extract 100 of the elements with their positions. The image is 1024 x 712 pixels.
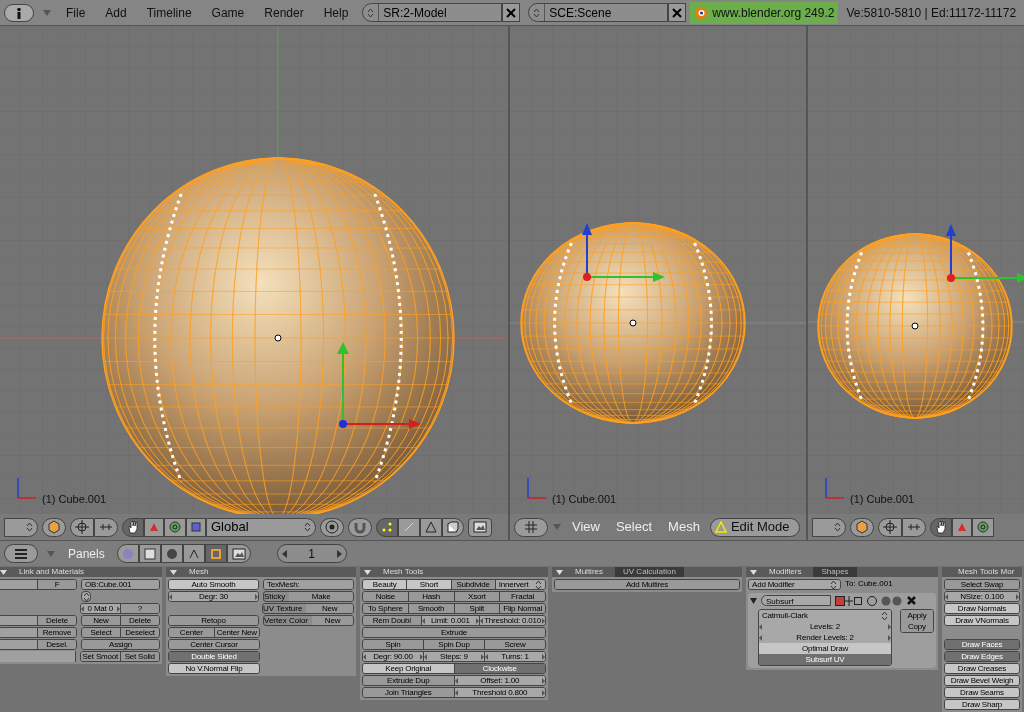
updown-arrows-icon[interactable]	[830, 580, 837, 589]
updown-arrows-icon[interactable]	[535, 580, 542, 589]
toggle-button[interactable]: Draw Creases	[945, 664, 1019, 673]
updown-arrows-icon[interactable]	[26, 522, 33, 532]
toggle-button[interactable]: Auto Smooth	[169, 580, 258, 589]
text-field[interactable]	[0, 651, 76, 662]
text-field[interactable]	[0, 640, 38, 649]
collapse-triangle-icon[interactable]	[750, 569, 757, 575]
menu-item[interactable]: Help	[317, 3, 355, 22]
hand-icon[interactable]	[930, 517, 952, 537]
number-field[interactable]: Render Levels: 2	[759, 632, 891, 643]
scene-selector[interactable]: SCE:Scene	[528, 3, 669, 22]
number-field[interactable]: Levels: 2	[759, 621, 891, 632]
number-field[interactable]: NSize: 0.100	[945, 592, 1019, 601]
toggle-button[interactable]: Beauty	[363, 580, 408, 589]
panel-button[interactable]: Center Cursor	[169, 640, 259, 649]
decrement-arrow-icon[interactable]	[81, 605, 84, 612]
panel-button[interactable]: Set Smoot	[81, 652, 121, 661]
panel-tab[interactable]: Modifiers	[761, 567, 810, 577]
toggle-button[interactable]: Draw Normals	[945, 604, 1019, 613]
panel-button[interactable]: Flip Normal	[500, 604, 545, 613]
translate-icon[interactable]	[144, 517, 164, 537]
updown-arrows-icon[interactable]	[367, 7, 375, 18]
updown-arrows-icon[interactable]	[304, 522, 311, 532]
updown-arrows-icon[interactable]	[533, 7, 541, 18]
toggle-button[interactable]: Draw Sharp	[945, 700, 1019, 709]
panel-button[interactable]: Deselect	[121, 628, 159, 637]
info-menu-icon[interactable]	[4, 3, 34, 22]
toggle-button[interactable]: Draw Bevel Weigh	[945, 676, 1019, 685]
transform-widget-icon[interactable]	[582, 223, 665, 282]
face-select-icon[interactable]	[420, 517, 442, 537]
mode-selector-icon[interactable]	[812, 517, 846, 537]
text-field[interactable]: TexMesh:	[264, 580, 353, 589]
panel-button[interactable]: Screw	[485, 640, 545, 649]
panel-button[interactable]: Extrude	[363, 628, 545, 637]
object-icon[interactable]	[182, 544, 205, 563]
shading-icon[interactable]	[160, 544, 183, 563]
panel-button[interactable]: Retopo	[169, 616, 258, 625]
number-field[interactable]: 0 Mat 0	[81, 604, 121, 613]
toggle-button[interactable]: Draw Edges	[945, 652, 1019, 661]
script-icon[interactable]	[138, 544, 161, 563]
panel-tab[interactable]: Multires	[567, 567, 611, 577]
manipulator-toggle-icon[interactable]	[902, 517, 926, 537]
panel-button[interactable]: Delete	[38, 616, 76, 625]
toggle-button[interactable]: Subsurf UV	[759, 654, 891, 665]
toggle-button[interactable]: Draw VNormals	[945, 616, 1019, 625]
menu-item[interactable]: Game	[205, 3, 251, 22]
panel-button[interactable]: Noise	[363, 592, 409, 601]
panel-tab[interactable]: UV Calculation	[615, 567, 684, 577]
panel-button[interactable]: Smooth	[408, 604, 455, 613]
increment-arrow-icon[interactable]	[255, 593, 258, 600]
proportional-edit-icon[interactable]	[320, 517, 344, 537]
text-field[interactable]	[0, 628, 38, 637]
panel-button[interactable]: Make	[289, 592, 353, 601]
collapse-triangle-icon[interactable]	[0, 569, 7, 575]
collapse-triangle-icon[interactable]	[364, 569, 371, 575]
menu-item[interactable]: Select	[609, 517, 659, 537]
updown-icon[interactable]	[81, 591, 91, 602]
panel-button[interactable]: New	[306, 604, 353, 613]
panel-button[interactable]: F	[38, 580, 76, 589]
panel-button[interactable]: New	[82, 616, 121, 625]
toggle-button[interactable]: Keep Original	[363, 664, 455, 673]
panel-button[interactable]: Desel.	[38, 640, 76, 649]
manipulator-toggle-icon[interactable]	[94, 517, 118, 537]
panel-tab[interactable]: Mesh	[181, 567, 217, 577]
transform-widget-icon[interactable]	[337, 342, 421, 429]
panel-button[interactable]: Select	[82, 628, 121, 637]
hand-icon[interactable]	[122, 517, 144, 537]
object-mode-icon[interactable]	[42, 517, 66, 537]
object-mode-icon[interactable]	[850, 517, 874, 537]
transform-widget-icon[interactable]	[946, 224, 1024, 283]
panel-button[interactable]: Copy	[901, 621, 933, 632]
panel-button[interactable]: Hash	[408, 592, 455, 601]
delete-icon[interactable]	[907, 596, 916, 605]
collapse-triangle-icon[interactable]	[170, 569, 177, 575]
panel-button[interactable]: Spin Dup	[424, 640, 485, 649]
modifier-name-field[interactable]: Subsurf	[761, 595, 831, 606]
pivot-icon[interactable]	[70, 517, 94, 537]
toggle-button[interactable]: Double Sided	[169, 652, 259, 661]
panel-button[interactable]: Subdivide	[451, 580, 496, 589]
rotate-icon[interactable]	[972, 517, 994, 537]
panel-button[interactable]: Center	[169, 628, 215, 637]
number-field[interactable]: Degr: 30	[169, 592, 258, 601]
menu-item[interactable]: Timeline	[140, 3, 198, 22]
scale-icon[interactable]	[186, 517, 206, 537]
translate-icon[interactable]	[952, 517, 972, 537]
panel-button[interactable]: ?	[120, 604, 159, 613]
panel-button[interactable]: Assign	[82, 640, 159, 649]
cage-circle-icon[interactable]	[867, 595, 877, 606]
panel-button[interactable]: Set Solid	[120, 652, 159, 661]
screen-selector[interactable]: SR:2-Model	[362, 3, 503, 22]
toggle-button[interactable]: Draw Seams	[945, 688, 1019, 697]
panels-menu[interactable]: Panels	[64, 544, 109, 563]
mode-selector-icon[interactable]	[4, 517, 38, 537]
text-field[interactable]	[0, 580, 38, 589]
frame-number-field[interactable]: 1	[276, 544, 347, 563]
increment-arrow-icon[interactable]	[116, 605, 120, 612]
panel-button[interactable]: To Sphere	[363, 604, 409, 613]
panel-button[interactable]: Split	[454, 604, 501, 613]
dropdown-menu[interactable]: Catmull-Clark	[759, 610, 891, 621]
